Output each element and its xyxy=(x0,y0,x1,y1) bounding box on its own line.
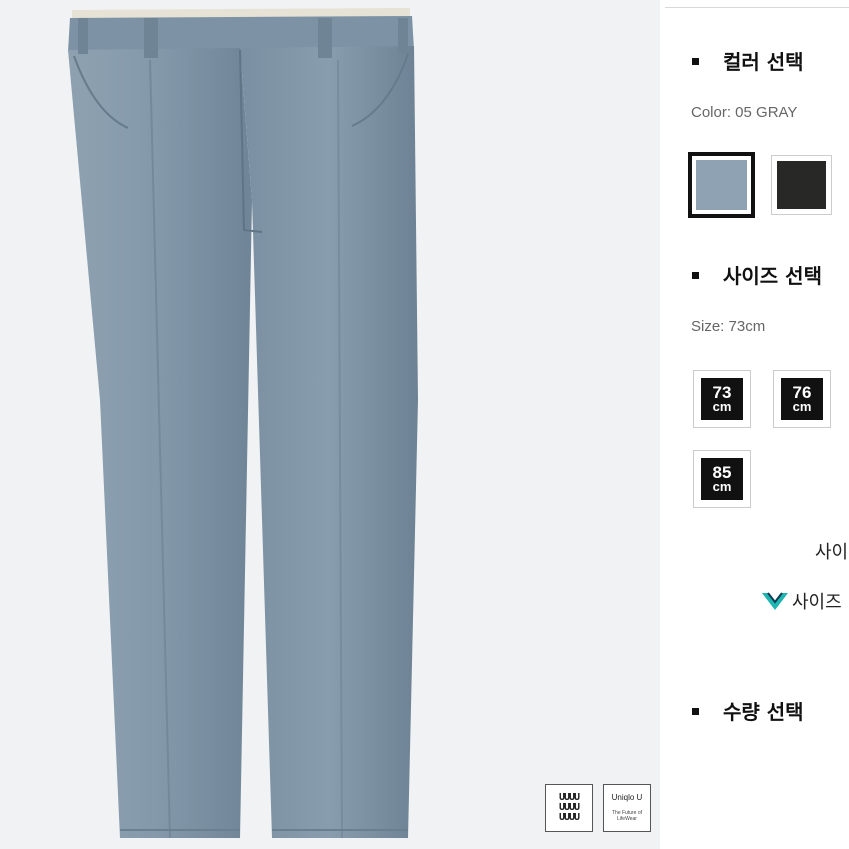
bullet-icon xyxy=(692,58,699,65)
swatch-fill xyxy=(777,161,826,209)
size-unit: cm xyxy=(712,399,732,414)
size-guide-text: 사이 xyxy=(815,542,849,563)
pants-illustration xyxy=(68,8,418,839)
bullet-icon xyxy=(692,708,699,715)
badge-tagline: The Future of LifeWear xyxy=(611,810,642,822)
chevron-down-icon xyxy=(760,589,790,618)
size-option-85[interactable]: 85 cm xyxy=(693,450,751,508)
size-option-76[interactable]: 76 cm xyxy=(773,370,831,428)
size-guide-link[interactable]: 사이즈 xyxy=(760,588,842,618)
size-option-face: 73 cm xyxy=(701,378,743,420)
uuu-logo-badge: UUUU UUUU UUUU xyxy=(545,784,593,832)
color-section-title: 컬러 선택 xyxy=(692,46,804,75)
quantity-section-label: 수량 선택 xyxy=(723,700,804,724)
size-section-title: 사이즈 선택 xyxy=(692,260,822,289)
uuu-logo-text: UUUU UUUU UUUU xyxy=(558,792,580,823)
size-option-73[interactable]: 73 cm xyxy=(693,370,751,428)
swatch-fill xyxy=(696,160,747,210)
size-unit: cm xyxy=(792,399,812,414)
size-option-face: 85 cm xyxy=(701,458,743,500)
color-swatch-black[interactable] xyxy=(771,155,832,215)
divider xyxy=(665,7,849,8)
size-section-label: 사이즈 선택 xyxy=(723,264,822,288)
size-option-face: 76 cm xyxy=(781,378,823,420)
size-guide-link-label: 사이즈 xyxy=(792,592,842,613)
size-unit: cm xyxy=(712,479,732,494)
selected-color-text: Color: 05 GRAY xyxy=(691,104,798,121)
badge-brand: Uniqlo U xyxy=(611,793,643,802)
color-swatch-gray[interactable] xyxy=(688,152,755,218)
bullet-icon xyxy=(692,272,699,279)
selected-size-text: Size: 73cm xyxy=(691,318,766,335)
quantity-section-title: 수량 선택 xyxy=(692,696,804,725)
product-image: UUUU UUUU UUUU Uniqlo U The Future of Li… xyxy=(0,0,660,849)
uniqlo-u-badge: Uniqlo U The Future of LifeWear xyxy=(603,784,651,832)
color-section-label: 컬러 선택 xyxy=(723,50,804,74)
